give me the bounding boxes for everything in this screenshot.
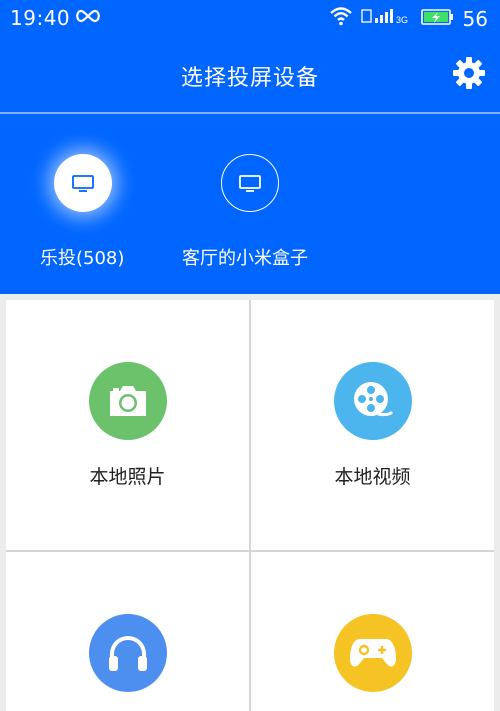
infinity-icon [74,8,102,28]
tile-icon-circle [88,362,167,440]
tile-label: 本地照片 [89,466,166,488]
device-label: 乐投(508) [40,248,125,269]
tv-icon [72,175,94,192]
network-type: 3G [396,15,408,25]
headphones-icon [108,636,147,671]
device-label: 客厅的小米盒子 [182,248,308,269]
tile-local-music[interactable] [6,552,249,711]
tile-label: 本地视频 [334,466,411,488]
device-icon-circle [221,154,279,212]
tile-local-videos[interactable]: 本地视频 [251,300,494,550]
device-item-letou[interactable]: 乐投(508) [0,154,160,274]
tv-icon [239,175,261,192]
camera-icon [109,386,146,416]
device-icon-circle [54,154,112,212]
signal-icon: 3G [360,6,413,31]
settings-button[interactable] [452,56,486,90]
tile-icon-circle [88,614,167,692]
page-title: 选择投屏设备 [180,66,319,91]
device-item-xiaomi-box[interactable]: 客厅的小米盒子 [170,154,370,274]
device-panel: 乐投(508) 客厅的小米盒子 [0,114,500,294]
status-bar: 19:40 3G 56 [0,0,500,36]
gamepad-icon [349,639,396,667]
tile-icon-circle [333,614,412,692]
tile-icon-circle [333,362,412,440]
title-bar: 选择投屏设备 [0,36,500,112]
wifi-icon [329,6,353,31]
battery-level: 56 [462,6,488,31]
tile-games[interactable] [251,552,494,711]
status-time: 19:40 [10,6,71,30]
gear-icon [453,57,485,89]
battery-icon [420,7,455,31]
film-reel-icon [353,382,393,417]
tile-local-photos[interactable]: 本地照片 [6,300,249,550]
feature-grid: 本地照片 本地视频 [6,300,494,711]
